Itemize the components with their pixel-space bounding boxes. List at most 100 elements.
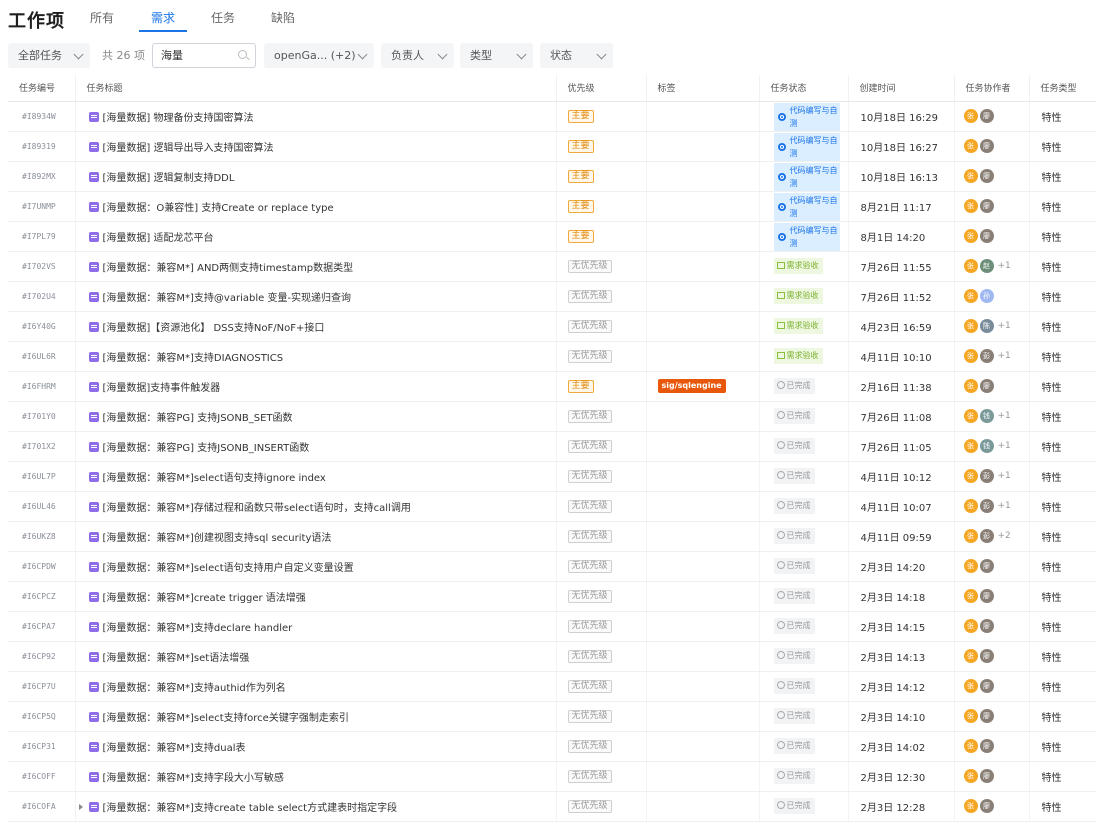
table-row[interactable]: #I7UNMP [海量数据：O兼容性] 支持Create or replace t… — [8, 191, 1096, 222]
task-title[interactable]: [海量数据：O兼容性] 支持Create or replace type — [103, 203, 334, 214]
avatar[interactable]: 张 — [963, 199, 978, 213]
avatar[interactable]: 彭 — [979, 529, 994, 543]
status-badge[interactable]: 已完成 — [773, 678, 815, 694]
col-header-title[interactable]: 任务标题 — [75, 75, 557, 102]
task-id[interactable]: #I6Y40G — [8, 311, 76, 342]
type-filter[interactable]: 类型 — [460, 43, 533, 68]
avatar[interactable]: 张 — [963, 499, 978, 513]
priority-cell[interactable]: 无优先级 — [556, 551, 647, 582]
table-row[interactable]: #I6CP5Q [海量数据：兼容M*]select支持force关键字强制走索引 无… — [8, 701, 1096, 732]
avatar[interactable]: 张 — [963, 409, 978, 423]
tags-cell[interactable]: sig/sqlengine — [646, 371, 760, 402]
collaborators-cell[interactable]: 张廖 — [954, 161, 1030, 192]
status-cell[interactable]: 代码编写与自测 — [759, 101, 849, 132]
status-cell[interactable]: 已完成 — [759, 761, 849, 792]
priority-cell[interactable]: 无优先级 — [556, 311, 647, 342]
task-title-cell[interactable]: [海量数据：兼容M*]create trigger 语法增强 — [75, 581, 557, 612]
status-cell[interactable]: 已完成 — [759, 371, 849, 402]
search-input[interactable]: 海量 — [152, 43, 256, 68]
priority-cell[interactable]: 主要 — [556, 161, 647, 192]
status-badge[interactable]: 已完成 — [773, 708, 815, 724]
tags-cell[interactable] — [646, 311, 760, 342]
priority-cell[interactable]: 主要 — [556, 191, 647, 222]
tags-cell[interactable] — [646, 191, 760, 222]
status-badge[interactable]: 需求验收 — [773, 348, 823, 364]
status-badge[interactable]: 已完成 — [773, 498, 815, 514]
status-badge[interactable]: 代码编写与自测 — [773, 222, 840, 250]
table-row[interactable]: #I6CP92 [海量数据：兼容M*]set语法增强 无优先级 已完成 2月3日 14:… — [8, 641, 1096, 672]
task-title-cell[interactable]: [海量数据：兼容M*]支持declare handler — [75, 611, 557, 642]
priority-cell[interactable]: 无优先级 — [556, 581, 647, 612]
collaborators-cell[interactable]: 张廖 — [954, 791, 1030, 822]
avatar[interactable]: 张 — [963, 529, 978, 543]
task-title-cell[interactable]: [海量数据：兼容PG] 支持JSONB_SET函数 — [75, 401, 557, 432]
tags-cell[interactable] — [646, 611, 760, 642]
status-filter[interactable]: 状态 — [540, 43, 613, 68]
task-title-cell[interactable]: [海量数据] 物理备份支持国密算法 — [75, 101, 557, 132]
task-title[interactable]: [海量数据：兼容PG] 支持JSONB_INSERT函数 — [103, 443, 310, 454]
task-title-cell[interactable]: [海量数据：兼容M*]set语法增强 — [75, 641, 557, 672]
task-id[interactable]: #I6CP92 — [8, 641, 76, 672]
tags-cell[interactable] — [646, 671, 760, 702]
priority-cell[interactable]: 无优先级 — [556, 431, 647, 462]
task-title[interactable]: [海量数据：兼容M*]创建视图支持sql security语法 — [103, 533, 332, 544]
task-id[interactable]: #I6UKZ8 — [8, 521, 76, 552]
table-row[interactable]: #I6CP7U [海量数据：兼容M*]支持authid作为列名 无优先级 已完成 2月3… — [8, 671, 1096, 702]
avatar[interactable]: 张 — [963, 739, 978, 753]
avatar[interactable]: 彭 — [979, 349, 994, 363]
task-title-cell[interactable]: [海量数据]支持事件触发器 — [75, 371, 557, 402]
task-id[interactable]: #I6CPCZ — [8, 581, 76, 612]
tags-cell[interactable] — [646, 491, 760, 522]
tags-cell[interactable] — [646, 341, 760, 372]
task-title-cell[interactable]: [海量数据：兼容M*] AND两侧支持timestamp数据类型 — [75, 251, 557, 282]
task-id[interactable]: #I6CP31 — [8, 731, 76, 762]
avatar[interactable]: 张 — [963, 679, 978, 693]
avatar[interactable]: 张 — [963, 559, 978, 573]
tab-tasks[interactable]: 任务 — [211, 10, 235, 32]
task-id[interactable]: #I6UL7P — [8, 461, 76, 492]
tags-cell[interactable] — [646, 431, 760, 462]
collaborators-cell[interactable]: 张廖 — [954, 641, 1030, 672]
avatar[interactable]: 张 — [963, 649, 978, 663]
priority-cell[interactable]: 无优先级 — [556, 731, 647, 762]
collaborators-cell[interactable]: 张彭 +1 — [954, 341, 1030, 372]
priority-cell[interactable]: 无优先级 — [556, 461, 647, 492]
status-badge[interactable]: 需求验收 — [773, 318, 823, 334]
avatar[interactable]: 张 — [963, 289, 978, 303]
avatar[interactable]: 廖 — [979, 589, 994, 603]
table-row[interactable]: #I6COFA [海量数据：兼容M*]支持create table select方… — [8, 791, 1096, 822]
status-badge[interactable]: 已完成 — [773, 408, 815, 424]
avatar[interactable]: 廖 — [979, 799, 994, 813]
tags-cell[interactable] — [646, 761, 760, 792]
task-title[interactable]: [海量数据：兼容M*]支持declare handler — [103, 623, 293, 634]
avatar[interactable]: 廖 — [979, 709, 994, 723]
col-header-type[interactable]: 任务类型 — [1029, 75, 1096, 102]
task-id[interactable]: #I7PL79 — [8, 221, 76, 252]
more-collaborators-count[interactable]: +1 — [998, 441, 1011, 451]
priority-cell[interactable]: 无优先级 — [556, 671, 647, 702]
task-id[interactable]: #I6CP7U — [8, 671, 76, 702]
tags-cell[interactable] — [646, 281, 760, 312]
task-id[interactable]: #I6UL46 — [8, 491, 76, 522]
avatar[interactable]: 廖 — [979, 619, 994, 633]
task-title-cell[interactable]: [海量数据：兼容M*]创建视图支持sql security语法 — [75, 521, 557, 552]
status-cell[interactable]: 已完成 — [759, 551, 849, 582]
priority-cell[interactable]: 无优先级 — [556, 281, 647, 312]
status-cell[interactable]: 需求验收 — [759, 251, 849, 282]
avatar[interactable]: 张 — [963, 139, 978, 153]
task-title[interactable]: [海量数据：兼容M*]支持@variable 变量-实现递归查询 — [103, 293, 352, 304]
col-header-collaborators[interactable]: 任务协作者 — [954, 75, 1030, 102]
table-row[interactable]: #I6CPA7 [海量数据：兼容M*]支持declare handler 无优先级 已… — [8, 611, 1096, 642]
priority-cell[interactable]: 无优先级 — [556, 761, 647, 792]
collaborators-cell[interactable]: 张廖 — [954, 671, 1030, 702]
avatar[interactable]: 廖 — [979, 559, 994, 573]
task-id[interactable]: #I892MX — [8, 161, 76, 192]
status-cell[interactable]: 已完成 — [759, 521, 849, 552]
collaborators-cell[interactable]: 张钱 +1 — [954, 431, 1030, 462]
priority-cell[interactable]: 主要 — [556, 371, 647, 402]
tags-cell[interactable] — [646, 641, 760, 672]
avatar[interactable]: 张 — [963, 109, 978, 123]
task-id[interactable]: #I701X2 — [8, 431, 76, 462]
task-title-cell[interactable]: [海量数据：兼容M*]select语句支持ignore index — [75, 461, 557, 492]
status-cell[interactable]: 代码编写与自测 — [759, 221, 849, 252]
